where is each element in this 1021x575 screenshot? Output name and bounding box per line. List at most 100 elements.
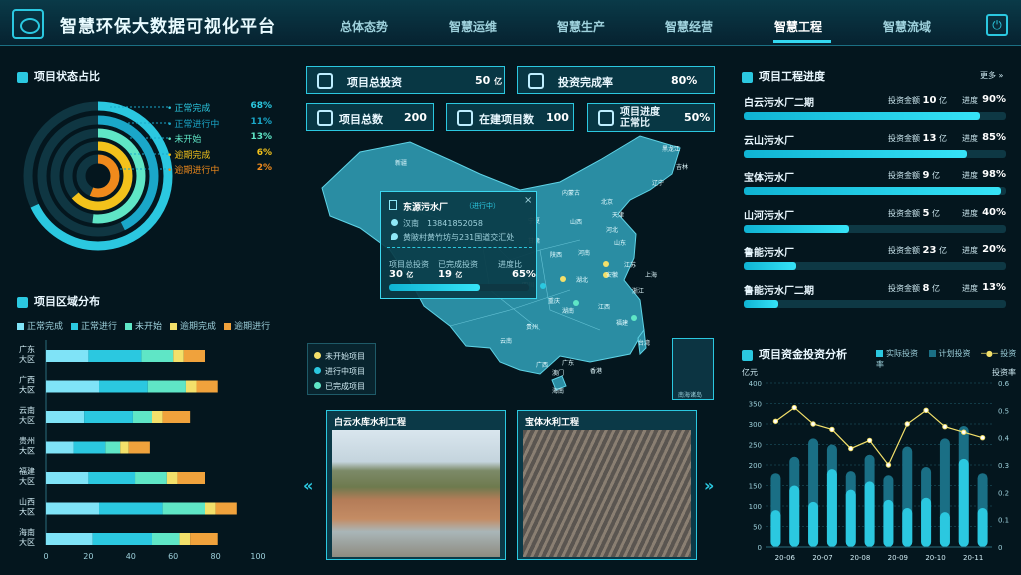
actual-bar	[845, 489, 856, 547]
y2-tick-label: 0.1	[998, 517, 1009, 525]
building-icon	[389, 200, 397, 210]
province-label: 江苏	[624, 262, 637, 269]
region-legend-item: 正常进行	[71, 322, 117, 332]
prev-arrow-icon[interactable]: «	[303, 476, 313, 495]
more-link[interactable]: 更多 »	[980, 70, 1003, 81]
y-tick-label: 50	[753, 524, 762, 532]
x-tick-label: 20-07	[812, 554, 832, 562]
nav-overview[interactable]: 总体态势	[340, 18, 388, 35]
project-progress-item[interactable]: 宝体污水厂 投资金额 9 亿 进度 98%	[744, 169, 1006, 203]
logo-icon	[12, 9, 44, 39]
region-label: 山西	[19, 497, 35, 507]
province-label: 内蒙古	[562, 190, 581, 197]
region-chart-svg: 0 20 40 60 80 100广东大区广西大区云南大区贵州大区福建大区山西大区海南大区	[19, 340, 266, 561]
region-bar-segment	[152, 533, 180, 545]
kpi-label: 项目进度正常比	[620, 107, 660, 129]
province-label: 澳门	[552, 370, 565, 377]
popup-metric-value: 30 亿	[389, 269, 414, 280]
project-name: 云山污水厂	[744, 135, 794, 147]
region-label: 大区	[19, 507, 35, 517]
province-label: 辽宁	[652, 180, 665, 187]
status-legend-item: • 逾期进行中 2%	[167, 163, 272, 176]
double-chevron-icon: »	[998, 71, 1004, 80]
province-label: 云南	[500, 338, 513, 345]
project-progress-item[interactable]: 鲁能污水厂二期 投资金额 8 亿 进度 13%	[744, 282, 1006, 316]
nav-engineering[interactable]: 智慧工程	[774, 18, 822, 35]
map-legend: 未开始项目 进行中项目 已完成项目	[307, 343, 376, 395]
y-tick-label: 400	[749, 380, 762, 388]
actual-bar	[977, 508, 988, 547]
region-bar-segment	[84, 411, 133, 423]
kpi-value: 100	[546, 111, 569, 124]
nav-watershed[interactable]: 智慧流域	[883, 18, 931, 35]
region-bar-segment	[179, 533, 191, 545]
x-tick-label: 20-08	[850, 554, 870, 562]
project-investment: 投资金额 13 亿	[888, 132, 948, 144]
region-bar-segment	[135, 472, 167, 484]
kpi-label: 在建项目数	[479, 113, 534, 126]
y-tick-label: 250	[749, 442, 762, 450]
popup-project-name: 东源污水厂	[403, 203, 449, 213]
region-bar-segment	[166, 472, 178, 484]
nav-operation[interactable]: 智慧运维	[449, 18, 497, 35]
y-tick-label: 200	[749, 462, 762, 470]
progress-pct: 13%	[982, 281, 1006, 293]
actual-bar	[864, 481, 875, 547]
x-tick-label: 20-10	[925, 554, 945, 562]
province-label: 山东	[614, 240, 627, 247]
nav-active-indicator	[773, 40, 831, 43]
photo-card-2[interactable]: 宝体水利工程	[517, 410, 697, 560]
exit-icon[interactable]: ⏻	[986, 14, 1008, 36]
progress-title-text: 项目工程进度	[759, 70, 825, 83]
progress-label: 进度	[962, 133, 978, 143]
kpi-value: 80%	[671, 74, 698, 87]
project-popup: 东源污水厂 （进行中） × 汉南 13841852058 黄陂村黄竹坊与231国…	[380, 191, 537, 299]
region-bar-segment	[120, 441, 129, 454]
popup-progress-fill	[389, 284, 480, 291]
region-bar-segment	[99, 380, 148, 393]
region-section-title: 项目区域分布	[17, 293, 100, 309]
popup-progress-track	[389, 284, 529, 291]
status-label: 逾期进行中	[174, 166, 220, 176]
project-progress-item[interactable]: 山河污水厂 投资金额 5 亿 进度 40%	[744, 207, 1006, 241]
y2-axis-label: 投资率	[992, 367, 1016, 377]
popup-divider	[387, 247, 532, 248]
region-bar-segment	[105, 441, 121, 454]
region-bar-segment	[128, 441, 150, 454]
popup-metric-value: 19 亿	[438, 269, 463, 280]
nav-production[interactable]: 智慧生产	[557, 18, 605, 35]
app-title: 智慧环保大数据可视化平台	[60, 17, 276, 37]
x-tick-label: 20-09	[888, 554, 908, 562]
status-title-text: 项目状态占比	[34, 70, 100, 83]
rate-point	[942, 424, 948, 430]
trend-icon	[457, 110, 473, 126]
province-label: 台湾	[638, 340, 651, 347]
kpi-label: 投资完成率	[558, 76, 613, 89]
progress-track	[744, 299, 1006, 308]
province-label: 贵州	[526, 324, 539, 331]
project-progress-item[interactable]: 白云污水厂二期 投资金额 10 亿 进度 90%	[744, 94, 1006, 128]
nav-management[interactable]: 智慧经营	[665, 18, 713, 35]
status-pct: 13%	[250, 132, 272, 142]
project-progress-item[interactable]: 云山污水厂 投资金额 13 亿 进度 85%	[744, 132, 1006, 166]
region-bar-segment	[177, 472, 205, 484]
photo-card-1[interactable]: 白云水库水利工程	[326, 410, 506, 560]
popup-metric-value: 65%	[512, 269, 536, 280]
y-tick-label: 300	[749, 421, 762, 429]
popup-close-icon[interactable]: ×	[524, 195, 532, 206]
progress-track	[744, 224, 1006, 233]
database-icon	[742, 349, 753, 361]
progress-label: 进度	[962, 208, 978, 218]
kpi-label: 项目总数	[339, 113, 383, 126]
progress-label: 进度	[962, 96, 978, 105]
x-tick-label: 60	[168, 552, 178, 561]
next-arrow-icon[interactable]: »	[704, 476, 714, 495]
province-label: 湖北	[576, 277, 589, 284]
project-name: 白云污水厂二期	[744, 98, 814, 109]
progress-label: 进度	[962, 171, 978, 180]
south-sea-inset: 南海诸岛	[672, 338, 714, 400]
status-label: 未开始	[174, 135, 202, 145]
progress-fill	[744, 187, 1001, 195]
project-progress-item[interactable]: 鲁能污水厂 投资金额 23 亿 进度 20%	[744, 244, 1006, 278]
project-name: 宝体污水厂	[744, 173, 794, 184]
